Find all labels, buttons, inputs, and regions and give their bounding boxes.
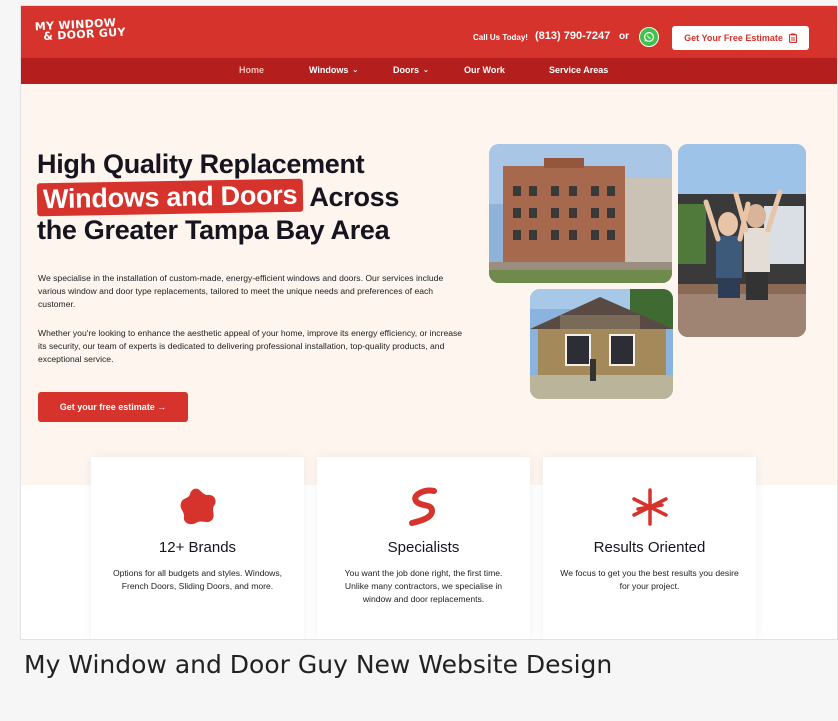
card-description: You want the job done right, the first t… (344, 568, 503, 604)
card-title: Specialists (387, 539, 460, 556)
nav-our-work[interactable]: Our Work (464, 65, 505, 75)
building-photo (489, 144, 672, 283)
or-label: or (619, 31, 629, 42)
call-us-label: Call Us Today! (473, 33, 528, 42)
chevron-down-icon: ⌄ (352, 67, 359, 74)
hero-title-line-1: High Quality Replacement (37, 149, 365, 179)
blob-icon (91, 485, 304, 529)
whatsapp-icon[interactable] (639, 27, 659, 47)
top-header: MY WINDOW & DOOR GUY Call Us Today! (813… (21, 6, 837, 58)
feature-card-specialists: Specialists You want the job done right,… (317, 457, 530, 639)
happy-customers-photo (678, 144, 806, 337)
free-estimate-button[interactable]: Get Your Free Estimate (672, 26, 809, 50)
hero-title-highlight: Windows and Doors (36, 178, 304, 217)
hero-paragraph-1: We specialise in the installation of cus… (38, 273, 444, 309)
house-photo (530, 289, 673, 399)
main-nav: Home Windows ⌄ Doors ⌄ Our Work Service Ar… (21, 58, 837, 84)
card-description: We focus to get you the best results you… (560, 568, 739, 591)
free-estimate-label: Get Your Free Estimate (684, 33, 783, 43)
hero-title-line-3: the Greater Tampa Bay Area (37, 215, 390, 245)
card-description: Options for all budgets and styles. Wind… (112, 568, 283, 591)
hero-title-line-2: Across (309, 182, 400, 212)
feature-card-results: Results Oriented We focus to get you the… (543, 457, 756, 639)
squiggle-icon (317, 485, 530, 529)
website-screenshot: MY WINDOW & DOOR GUY Call Us Today! (813… (20, 5, 838, 640)
hero-cta-button[interactable]: Get your free estimate → (38, 392, 188, 422)
asterisk-icon (543, 485, 756, 529)
site-logo[interactable]: MY WINDOW & DOOR GUY (34, 16, 126, 43)
clipboard-icon (788, 33, 797, 43)
image-caption: My Window and Door Guy New Website Desig… (24, 650, 613, 679)
chevron-down-icon: ⌄ (423, 67, 429, 74)
nav-windows[interactable]: Windows ⌄ (309, 65, 358, 75)
nav-home[interactable]: Home (239, 65, 264, 75)
logo-line-2: & DOOR GUY (42, 25, 126, 43)
hero-paragraph-2: Whether you're looking to enhance the ae… (38, 328, 463, 364)
feature-card-brands: 12+ Brands Options for all budgets and s… (91, 457, 304, 639)
card-title: Results Oriented (593, 539, 706, 556)
nav-service-areas[interactable]: Service Areas (549, 65, 608, 75)
hero-title: High Quality Replacement Windows and Doo… (36, 148, 477, 247)
card-title: 12+ Brands (158, 539, 237, 556)
nav-doors[interactable]: Doors ⌄ (393, 65, 429, 75)
screenshot-frame: MY WINDOW & DOOR GUY Call Us Today! (813… (20, 5, 838, 721)
phone-link[interactable]: (813) 790-7247 (535, 30, 610, 42)
